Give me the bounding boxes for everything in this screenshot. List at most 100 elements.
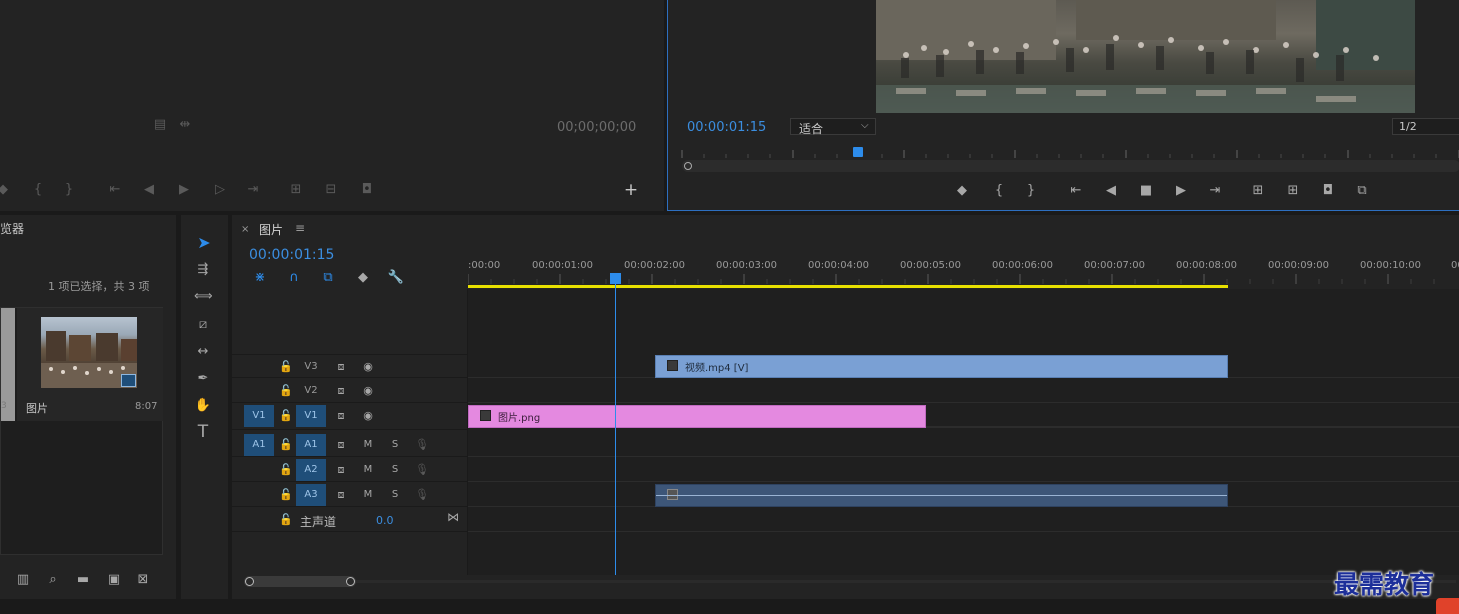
mark-in-icon[interactable]: { <box>29 183 47 197</box>
mute-button[interactable]: M <box>360 489 376 500</box>
mic-icon[interactable]: 🎙 <box>414 463 430 476</box>
extract-icon[interactable]: ⊞ <box>1284 184 1302 198</box>
program-playhead[interactable] <box>853 147 863 157</box>
timeline-timecode[interactable]: 00:00:01:15 <box>249 247 334 263</box>
razor-tool-icon[interactable]: ⧄ <box>194 318 212 332</box>
sync-lock-icon[interactable]: ⧈ <box>333 384 349 398</box>
step-forward-icon[interactable]: ▷ <box>211 183 229 197</box>
slip-tool-icon[interactable]: ↔ <box>194 345 212 359</box>
mute-button[interactable]: M <box>360 464 376 475</box>
add-button-icon[interactable]: + <box>622 182 640 199</box>
program-scrollbar[interactable] <box>682 160 1459 172</box>
clip-video[interactable]: 视频.mp4 [V] <box>655 355 1228 378</box>
mark-out-icon[interactable]: } <box>1022 184 1040 198</box>
lock-icon[interactable]: 🔓 <box>278 513 294 526</box>
marker-icon[interactable]: ◆ <box>953 184 971 198</box>
master-volume[interactable]: 0.0 <box>376 514 394 527</box>
lock-icon[interactable]: 🔓 <box>278 409 294 422</box>
lock-icon[interactable]: 🔓 <box>278 463 294 476</box>
source-patch-a1[interactable]: A1 <box>244 434 274 456</box>
lock-icon[interactable]: 🔓 <box>278 360 294 373</box>
hand-tool-icon[interactable]: ✋ <box>194 399 212 413</box>
timeline-playhead-line[interactable] <box>615 284 616 575</box>
new-item-icon[interactable]: ▣ <box>105 573 123 587</box>
overwrite-icon[interactable]: ⊟ <box>322 183 340 197</box>
zoom-handle-right[interactable] <box>346 577 355 586</box>
camera-icon[interactable]: ◘ <box>1319 184 1337 198</box>
snap-icon[interactable]: ∩ <box>285 271 303 285</box>
program-timecode[interactable]: 00:00:01:15 <box>687 120 766 135</box>
mute-button[interactable]: M <box>360 439 376 450</box>
mic-icon[interactable]: 🎙 <box>414 438 430 451</box>
lane-master[interactable] <box>468 508 1459 532</box>
pen-tool-icon[interactable]: ✒ <box>194 372 212 386</box>
timeline-scroll-track[interactable] <box>356 580 1456 583</box>
step-back-icon[interactable]: ◀ <box>140 183 158 197</box>
track-target-v1[interactable]: V1 <box>296 405 326 427</box>
work-area-bar[interactable] <box>468 285 1228 288</box>
track-target-v3[interactable]: V3 <box>296 356 326 378</box>
add-marker-icon[interactable]: ◆ <box>354 271 372 285</box>
linked-selection-icon[interactable]: ⧉ <box>319 271 337 285</box>
lock-icon[interactable]: 🔓 <box>278 488 294 501</box>
go-to-in-icon[interactable]: ⇤ <box>1067 184 1085 198</box>
timeline-tab[interactable]: 图片 <box>259 221 283 238</box>
solo-button[interactable]: S <box>387 439 403 450</box>
zoom-select[interactable]: 适合 ⌵ <box>790 118 876 136</box>
play-icon[interactable]: ▶ <box>175 183 193 197</box>
eye-icon[interactable]: ◉ <box>360 409 376 422</box>
timeline-zoom-scrollbar[interactable] <box>244 576 356 587</box>
settings-icon[interactable]: ▤ <box>151 118 169 132</box>
lock-icon[interactable]: 🔓 <box>278 438 294 451</box>
close-tab-icon[interactable]: × <box>241 224 249 235</box>
sync-lock-icon[interactable]: ⧈ <box>333 438 349 452</box>
lock-icon[interactable]: 🔓 <box>278 384 294 397</box>
track-target-a1[interactable]: A1 <box>296 434 326 456</box>
resolution-select[interactable]: 1/2 <box>1392 118 1459 135</box>
go-to-in-icon[interactable]: ⇤ <box>106 183 124 197</box>
tab-menu-icon[interactable]: ≡ <box>295 221 305 235</box>
nest-icon[interactable]: ⋇ <box>251 271 269 285</box>
track-target-a3[interactable]: A3 <box>296 484 326 506</box>
lane-a1[interactable] <box>468 433 1459 457</box>
track-target-v2[interactable]: V2 <box>296 380 326 402</box>
go-to-out-icon[interactable]: ⇥ <box>244 183 262 197</box>
clip-audio[interactable] <box>655 484 1228 507</box>
eye-icon[interactable]: ◉ <box>360 360 376 373</box>
new-bin-icon[interactable]: ▬ <box>74 573 92 587</box>
solo-button[interactable]: S <box>387 464 403 475</box>
item-name[interactable]: 图片 <box>26 400 48 416</box>
mark-out-icon[interactable]: } <box>60 183 78 197</box>
sync-lock-icon[interactable]: ⧈ <box>333 488 349 502</box>
clip-image[interactable]: 图片.png <box>468 405 926 428</box>
stop-icon[interactable]: ■ <box>1137 184 1155 198</box>
sync-lock-icon[interactable]: ⧈ <box>333 409 349 423</box>
mic-icon[interactable]: 🎙 <box>414 488 430 501</box>
scroll-handle-left[interactable] <box>684 162 692 170</box>
mark-in-icon[interactable]: { <box>990 184 1008 198</box>
lane-v2[interactable] <box>468 379 1459 403</box>
marker-icon[interactable]: ◆ <box>0 183 12 197</box>
go-to-end-icon[interactable]: ⋈ <box>447 510 459 524</box>
insert-icon[interactable]: ⊞ <box>287 183 305 197</box>
go-to-out-icon[interactable]: ⇥ <box>1206 184 1224 198</box>
search-icon[interactable]: ⌕ <box>44 573 62 587</box>
compare-icon[interactable]: ⧉ <box>1353 184 1371 198</box>
selection-tool-icon[interactable]: ➤ <box>195 235 213 251</box>
camera-icon[interactable]: ◘ <box>358 183 376 197</box>
step-forward-icon[interactable]: ▶ <box>1172 184 1190 198</box>
lane-a2[interactable] <box>468 458 1459 482</box>
audio-level-line[interactable] <box>656 495 1227 496</box>
type-tool-icon[interactable]: T <box>194 424 212 441</box>
drag-video-icon[interactable]: ⇹ <box>176 118 194 132</box>
track-select-icon[interactable]: ⇶ <box>194 263 212 277</box>
source-timecode[interactable]: 00;00;00;00 <box>557 120 636 135</box>
trash-icon[interactable]: ⊠ <box>134 573 152 587</box>
program-mini-ruler[interactable] <box>680 146 1459 160</box>
ripple-edit-icon[interactable]: ⟺ <box>194 290 213 304</box>
step-back-icon[interactable]: ◀ <box>1102 184 1120 198</box>
sync-lock-icon[interactable]: ⧈ <box>333 360 349 374</box>
solo-button[interactable]: S <box>387 489 403 500</box>
sync-lock-icon[interactable]: ⧈ <box>333 463 349 477</box>
track-target-a2[interactable]: A2 <box>296 459 326 481</box>
